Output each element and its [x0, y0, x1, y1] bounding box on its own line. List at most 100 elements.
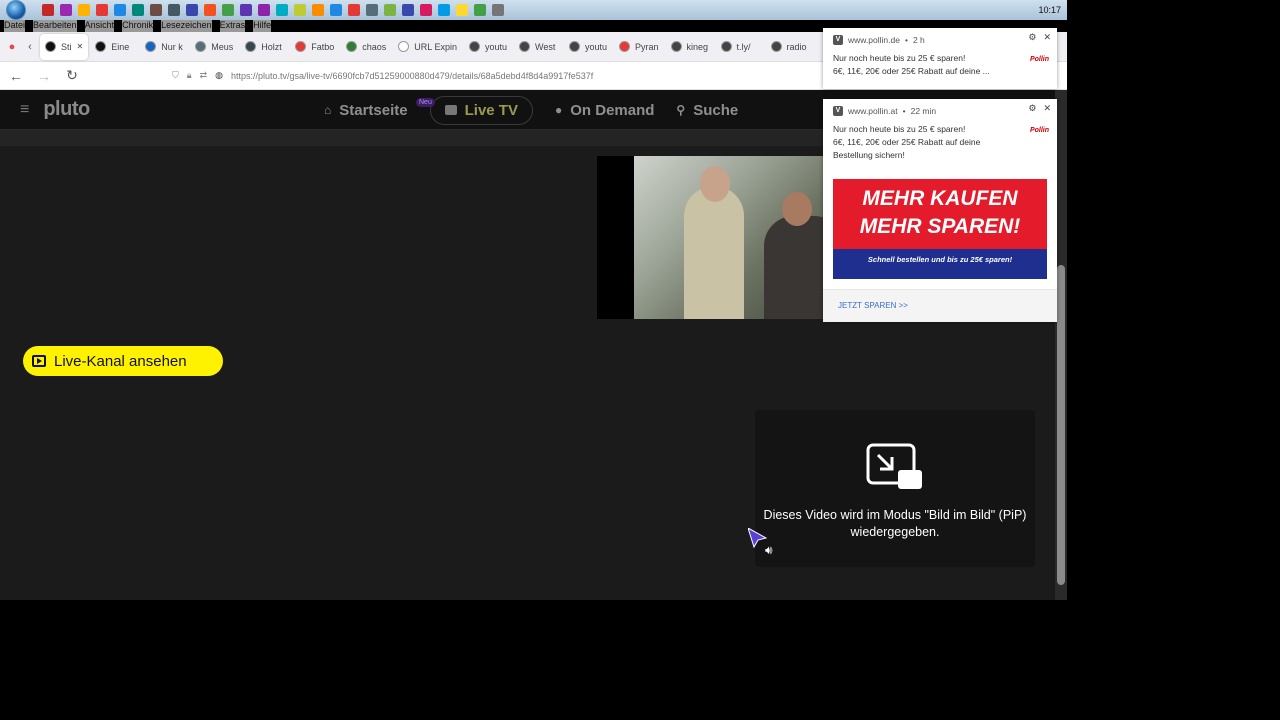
- speaker-icon[interactable]: 🔊︎: [765, 543, 773, 558]
- tab-label: Nur k: [161, 41, 183, 52]
- browser-tab[interactable]: kineg: [666, 34, 714, 60]
- menu-bearbeiten[interactable]: Bearbeiten: [33, 20, 77, 32]
- settings-gear-icon[interactable]: ⚙: [1028, 32, 1036, 43]
- browser-tab[interactable]: Pyran: [614, 34, 664, 60]
- shield-icon[interactable]: ⛉: [172, 70, 179, 81]
- menu-hilfe[interactable]: Hilfe: [253, 20, 272, 32]
- tab-label: youtu: [484, 41, 507, 52]
- video-frame-image: [634, 156, 850, 319]
- tab-favicon-icon: [569, 41, 580, 52]
- tab-label: URL Expin: [414, 41, 457, 52]
- taskbar-app-icon[interactable]: [258, 4, 270, 16]
- menu-lesezeichen[interactable]: Lesezeichen: [161, 20, 212, 32]
- close-icon[interactable]: ✕: [1043, 32, 1051, 43]
- pip-placeholder: Dieses Video wird im Modus "Bild im Bild…: [755, 410, 1035, 567]
- menu-datei[interactable]: Datei: [4, 20, 26, 32]
- play-circle-icon: ●: [554, 103, 563, 117]
- browser-tab[interactable]: chaos: [341, 34, 391, 60]
- taskbar-app-icon[interactable]: [402, 4, 414, 16]
- browser-tab[interactable]: Holzt: [240, 34, 288, 60]
- vivaldi-icon: V: [833, 106, 843, 116]
- close-tab-icon[interactable]: ✕: [77, 42, 84, 51]
- nav-ondemand-label: On Demand: [570, 101, 655, 119]
- notification-title: Nur noch heute bis zu 25 € sparen!: [833, 124, 966, 134]
- reload-icon[interactable]: ↻: [64, 67, 80, 84]
- taskbar-app-icon[interactable]: [186, 4, 198, 16]
- taskbar-app-icon[interactable]: [96, 4, 108, 16]
- tabs: Sti ✕ Eine Nur k Meus Holzt Fatbo chaos URL Expi…: [40, 33, 814, 60]
- notification-pollin-at[interactable]: V www.pollin.at • 22 min ⚙ ✕ Nur noch he…: [823, 99, 1057, 322]
- back-arrow-icon[interactable]: ←: [8, 68, 24, 84]
- taskbar-app-icon[interactable]: [78, 4, 90, 16]
- forward-arrow-icon[interactable]: →: [36, 68, 52, 84]
- nav-live-tv[interactable]: Live TV: [429, 95, 533, 125]
- taskbar-app-icon[interactable]: [222, 4, 234, 16]
- taskbar-app-icon[interactable]: [438, 4, 450, 16]
- nav-on-demand[interactable]: ● On Demand: [555, 102, 654, 119]
- notification-time: 22 min: [910, 106, 937, 116]
- taskbar-app-icon[interactable]: [456, 4, 468, 16]
- settings-gear-icon[interactable]: ⚙: [1028, 103, 1036, 114]
- start-button[interactable]: [6, 0, 26, 20]
- ad-banner-image[interactable]: MEHR KAUFEN MEHR SPAREN! Schnell bestell…: [833, 173, 1047, 279]
- taskbar-app-icon[interactable]: [276, 4, 288, 16]
- browser-tab[interactable]: radio: [766, 34, 814, 60]
- taskbar-app-icon[interactable]: [294, 4, 306, 16]
- taskbar-app-icon[interactable]: [240, 4, 252, 16]
- taskbar-app-icon[interactable]: [42, 4, 54, 16]
- browser-tab[interactable]: youtu: [464, 34, 512, 60]
- tab-label: kineg: [686, 41, 709, 52]
- taskbar-app-icon[interactable]: [114, 4, 126, 16]
- taskbar-app-icon[interactable]: [60, 4, 72, 16]
- hamburger-menu-icon[interactable]: ≡: [20, 101, 29, 119]
- browser-tab[interactable]: Meus: [190, 34, 238, 60]
- url-bar[interactable]: ⛉ 🔒︎ ⇄ ◍ https://pluto.tv/gsa/live-tv/66…: [172, 70, 593, 81]
- browser-tab[interactable]: URL Expin: [393, 34, 462, 60]
- taskbar-app-icon[interactable]: [384, 4, 396, 16]
- browser-tab[interactable]: Eine: [90, 34, 138, 60]
- browser-tab[interactable]: youtu: [564, 34, 612, 60]
- browser-tab[interactable]: Nur k: [140, 34, 188, 60]
- browser-tab[interactable]: t.ly/: [716, 34, 764, 60]
- menu-chronik[interactable]: Chronik: [122, 20, 154, 32]
- notification-pollin-de[interactable]: V www.pollin.de • 2 h ⚙ ✕ Nur noch heute…: [823, 28, 1057, 89]
- ad-headline-2: MEHR SPAREN!: [859, 215, 1021, 238]
- taskbar-app-icon[interactable]: [204, 4, 216, 16]
- tab-favicon-icon: [468, 41, 480, 52]
- save-now-link[interactable]: JETZT SPAREN >>: [838, 301, 908, 310]
- firefox-view-icon[interactable]: ●: [4, 41, 20, 53]
- taskbar-app-icon[interactable]: [420, 4, 432, 16]
- taskbar-app-icon[interactable]: [168, 4, 180, 16]
- tab-label: t.ly/: [736, 41, 751, 52]
- notification-action-bar: JETZT SPAREN >>: [823, 289, 1057, 322]
- taskbar-app-icon[interactable]: [492, 4, 504, 16]
- menu-ansicht[interactable]: Ansicht: [84, 20, 115, 32]
- taskbar-app-icon[interactable]: [132, 4, 144, 16]
- nav-search[interactable]: ⚲ Suche: [676, 102, 738, 119]
- browser-tab[interactable]: Sti ✕: [40, 33, 89, 60]
- watch-live-channel-button[interactable]: Live-Kanal ansehen: [23, 346, 223, 376]
- browser-tab[interactable]: Fatbo: [290, 34, 339, 60]
- close-icon[interactable]: ✕: [1043, 103, 1051, 114]
- taskbar-app-icon[interactable]: [366, 4, 378, 16]
- tab-label: Sti: [61, 41, 72, 52]
- new-badge: Neu: [416, 98, 435, 107]
- notification-controls: ⚙ ✕: [1028, 32, 1051, 43]
- nav-home[interactable]: ⌂ Startseite: [324, 102, 408, 119]
- taskbar-app-icon[interactable]: [330, 4, 342, 16]
- url-text[interactable]: https://pluto.tv/gsa/live-tv/6690fcb7d51…: [231, 71, 593, 81]
- pollin-logo: Pollin: [1029, 56, 1049, 63]
- pluto-logo[interactable]: pluto: [43, 98, 90, 121]
- taskbar-app-icon[interactable]: [348, 4, 360, 16]
- scrollbar-thumb[interactable]: [1057, 265, 1065, 585]
- tv-play-icon: [32, 355, 46, 367]
- menu-extras[interactable]: Extras: [219, 20, 246, 32]
- permissions-icon[interactable]: ⇄: [200, 70, 208, 81]
- taskbar-app-icon[interactable]: [474, 4, 486, 16]
- tab-list-back-icon[interactable]: ‹: [22, 41, 38, 53]
- lock-icon[interactable]: 🔒︎: [187, 70, 192, 81]
- browser-tab[interactable]: West: [514, 34, 562, 60]
- nav-search-label: Suche: [693, 101, 739, 119]
- taskbar-app-icon[interactable]: [150, 4, 162, 16]
- taskbar-app-icon[interactable]: [312, 4, 324, 16]
